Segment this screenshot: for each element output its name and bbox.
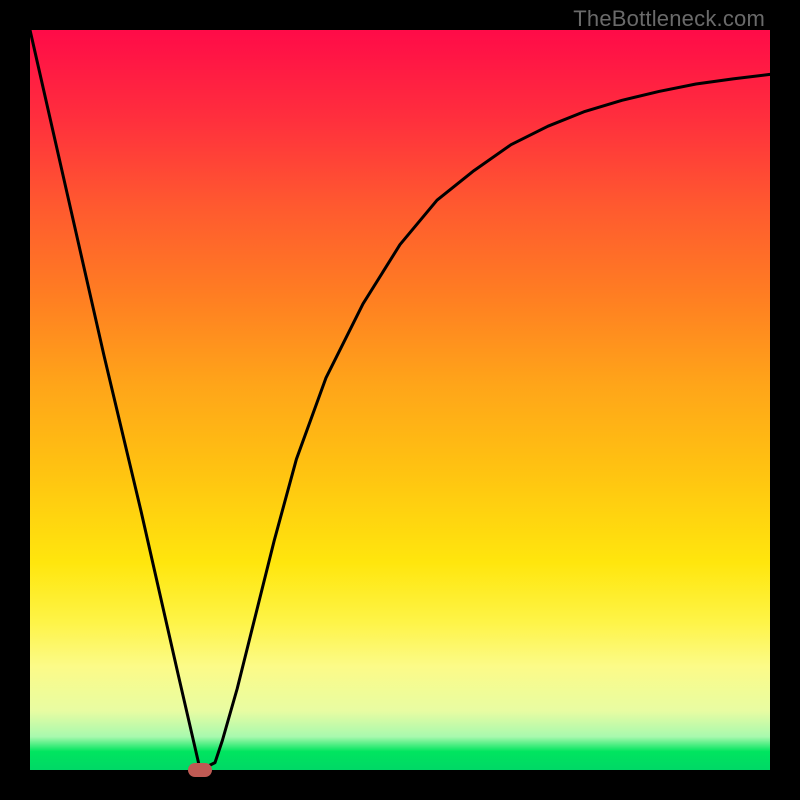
bottleneck-curve xyxy=(30,30,770,770)
curve-svg xyxy=(30,30,770,770)
optimal-marker xyxy=(188,763,212,777)
watermark-text: TheBottleneck.com xyxy=(573,6,765,32)
